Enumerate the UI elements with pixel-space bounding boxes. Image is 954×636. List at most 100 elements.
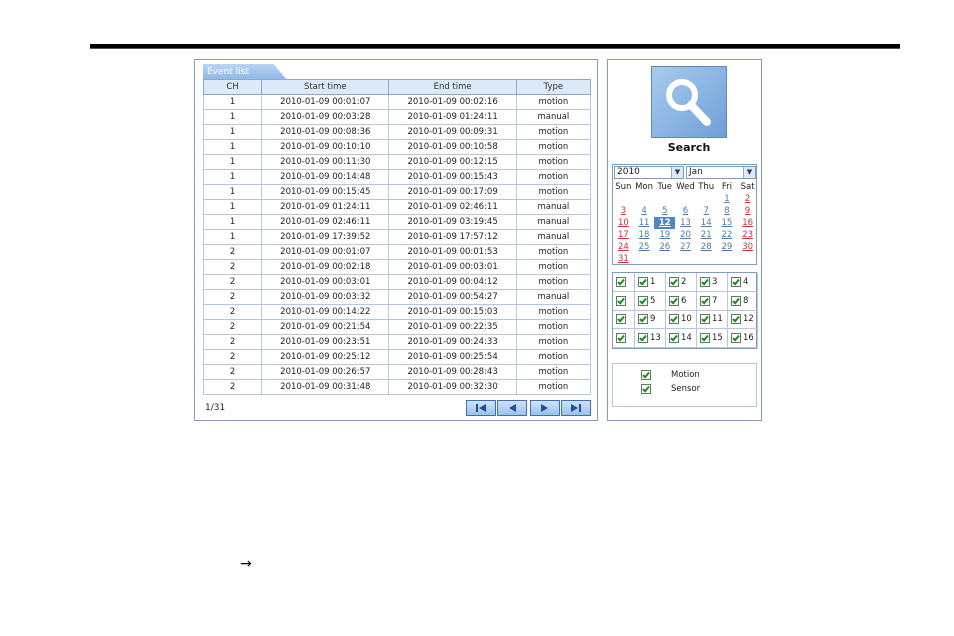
tab-event-list[interactable]: Event list bbox=[203, 64, 287, 80]
calendar-day[interactable]: 27 bbox=[675, 241, 696, 253]
calendar-day[interactable]: 21 bbox=[696, 229, 717, 241]
table-row[interactable]: 2 2010-01-09 00:26:57 2010-01-09 00:28:43 m… bbox=[202, 364, 592, 380]
channel-checkbox-8[interactable]: 8 bbox=[728, 291, 758, 311]
channel-checkbox-16[interactable]: 16 bbox=[728, 329, 758, 348]
calendar-day[interactable]: 20 bbox=[675, 229, 696, 241]
channel-checkbox-15[interactable]: 15 bbox=[697, 329, 728, 348]
calendar-day[interactable]: 7 bbox=[696, 205, 717, 217]
calendar-day[interactable]: 25 bbox=[634, 241, 655, 253]
calendar-day[interactable]: 24 bbox=[613, 241, 634, 253]
checkbox[interactable] bbox=[641, 370, 651, 380]
checkbox[interactable] bbox=[638, 276, 648, 287]
channel-row-toggle[interactable] bbox=[613, 329, 635, 348]
column-header-ch[interactable]: CH bbox=[202, 79, 263, 95]
table-row[interactable]: 2 2010-01-09 00:23:51 2010-01-09 00:24:33 m… bbox=[202, 334, 592, 350]
channel-checkbox-6[interactable]: 6 bbox=[666, 291, 697, 311]
calendar-day[interactable]: 10 bbox=[613, 217, 634, 229]
last-page-button[interactable] bbox=[561, 400, 591, 416]
search-button[interactable] bbox=[651, 66, 727, 138]
checkbox[interactable] bbox=[616, 295, 626, 306]
first-page-button[interactable] bbox=[466, 400, 496, 416]
calendar-day[interactable]: 12 bbox=[654, 217, 676, 229]
calendar-day[interactable]: 15 bbox=[717, 217, 738, 229]
channel-row-toggle[interactable] bbox=[613, 273, 635, 292]
calendar-day[interactable]: 18 bbox=[634, 229, 655, 241]
channel-checkbox-9[interactable]: 9 bbox=[635, 310, 666, 330]
checkbox[interactable] bbox=[700, 333, 710, 344]
checkbox[interactable] bbox=[731, 314, 741, 325]
month-select[interactable]: Jan ▼ bbox=[686, 166, 756, 179]
calendar-day[interactable]: 11 bbox=[634, 217, 655, 229]
channel-checkbox-10[interactable]: 10 bbox=[666, 310, 697, 330]
table-row[interactable]: 2 2010-01-09 00:02:18 2010-01-09 00:03:01 m… bbox=[202, 259, 592, 275]
calendar-day[interactable]: 8 bbox=[717, 205, 738, 217]
channel-row-toggle[interactable] bbox=[613, 291, 635, 311]
table-row[interactable]: 1 2010-01-09 17:39:52 2010-01-09 17:57:12 m… bbox=[202, 229, 592, 245]
type-option-sensor[interactable]: Sensor bbox=[641, 384, 700, 394]
channel-checkbox-13[interactable]: 13 bbox=[635, 329, 666, 348]
calendar-day[interactable]: 23 bbox=[737, 229, 758, 241]
checkbox[interactable] bbox=[638, 314, 648, 325]
table-row[interactable]: 2 2010-01-09 00:21:54 2010-01-09 00:22:35 m… bbox=[202, 319, 592, 335]
checkbox[interactable] bbox=[731, 333, 741, 344]
calendar-day[interactable]: 29 bbox=[717, 241, 738, 253]
channel-checkbox-4[interactable]: 4 bbox=[728, 273, 758, 292]
checkbox[interactable] bbox=[616, 276, 626, 287]
checkbox[interactable] bbox=[616, 333, 626, 344]
type-option-motion[interactable]: Motion bbox=[641, 370, 700, 380]
table-row[interactable]: 1 2010-01-09 00:10:10 2010-01-09 00:10:58 m… bbox=[202, 139, 592, 155]
calendar-day[interactable]: 14 bbox=[696, 217, 717, 229]
table-row[interactable]: 2 2010-01-09 00:31:48 2010-01-09 00:32:30 m… bbox=[202, 379, 592, 395]
channel-checkbox-5[interactable]: 5 bbox=[635, 291, 666, 311]
table-row[interactable]: 2 2010-01-09 00:03:01 2010-01-09 00:04:12 m… bbox=[202, 274, 592, 290]
previous-page-button[interactable] bbox=[497, 400, 527, 416]
checkbox[interactable] bbox=[700, 295, 710, 306]
checkbox[interactable] bbox=[669, 314, 679, 325]
checkbox[interactable] bbox=[616, 314, 626, 325]
table-row[interactable]: 1 2010-01-09 00:08:36 2010-01-09 00:09:31 m… bbox=[202, 124, 592, 140]
checkbox[interactable] bbox=[700, 276, 710, 287]
calendar-day[interactable]: 26 bbox=[654, 241, 675, 253]
calendar-day[interactable]: 3 bbox=[613, 205, 634, 217]
table-row[interactable]: 1 2010-01-09 02:46:11 2010-01-09 03:19:45 m… bbox=[202, 214, 592, 230]
checkbox[interactable] bbox=[700, 314, 710, 325]
calendar-day[interactable]: 13 bbox=[675, 217, 696, 229]
checkbox[interactable] bbox=[638, 295, 648, 306]
table-row[interactable]: 1 2010-01-09 00:11:30 2010-01-09 00:12:15 m… bbox=[202, 154, 592, 170]
column-header-start-time[interactable]: Start time bbox=[261, 79, 390, 95]
table-row[interactable]: 2 2010-01-09 00:03:32 2010-01-09 00:54:27 m… bbox=[202, 289, 592, 305]
calendar-day[interactable]: 19 bbox=[654, 229, 675, 241]
calendar-day[interactable]: 17 bbox=[613, 229, 634, 241]
checkbox[interactable] bbox=[669, 333, 679, 344]
table-row[interactable]: 1 2010-01-09 00:03:28 2010-01-09 01:24:11 m… bbox=[202, 109, 592, 125]
channel-checkbox-12[interactable]: 12 bbox=[728, 310, 758, 330]
calendar-day[interactable]: 28 bbox=[696, 241, 717, 253]
calendar-day[interactable]: 22 bbox=[717, 229, 738, 241]
checkbox[interactable] bbox=[641, 384, 651, 394]
checkbox[interactable] bbox=[669, 276, 679, 287]
channel-checkbox-3[interactable]: 3 bbox=[697, 273, 728, 292]
next-page-button[interactable] bbox=[530, 400, 560, 416]
calendar-day[interactable]: 9 bbox=[737, 205, 758, 217]
calendar-day[interactable]: 2 bbox=[737, 193, 758, 205]
channel-row-toggle[interactable] bbox=[613, 310, 635, 330]
calendar-day[interactable]: 30 bbox=[737, 241, 758, 253]
calendar-day[interactable]: 5 bbox=[654, 205, 675, 217]
table-row[interactable]: 2 2010-01-09 00:01:07 2010-01-09 00:01:53 m… bbox=[202, 244, 592, 260]
checkbox[interactable] bbox=[669, 295, 679, 306]
checkbox[interactable] bbox=[731, 276, 741, 287]
column-header-type[interactable]: Type bbox=[515, 79, 592, 95]
table-row[interactable]: 1 2010-01-09 01:24:11 2010-01-09 02:46:11 m… bbox=[202, 199, 592, 215]
year-select[interactable]: 2010 ▼ bbox=[614, 166, 684, 179]
channel-checkbox-1[interactable]: 1 bbox=[635, 273, 666, 292]
table-row[interactable]: 2 2010-01-09 00:25:12 2010-01-09 00:25:54 m… bbox=[202, 349, 592, 365]
calendar-day[interactable]: 4 bbox=[634, 205, 655, 217]
calendar-day[interactable]: 1 bbox=[717, 193, 738, 205]
table-row[interactable]: 1 2010-01-09 00:01:07 2010-01-09 00:02:16 m… bbox=[202, 94, 592, 110]
channel-checkbox-14[interactable]: 14 bbox=[666, 329, 697, 348]
checkbox[interactable] bbox=[731, 295, 741, 306]
calendar-day[interactable]: 16 bbox=[737, 217, 758, 229]
calendar-day[interactable]: 6 bbox=[675, 205, 696, 217]
channel-checkbox-2[interactable]: 2 bbox=[666, 273, 697, 292]
table-row[interactable]: 1 2010-01-09 00:15:45 2010-01-09 00:17:09 m… bbox=[202, 184, 592, 200]
